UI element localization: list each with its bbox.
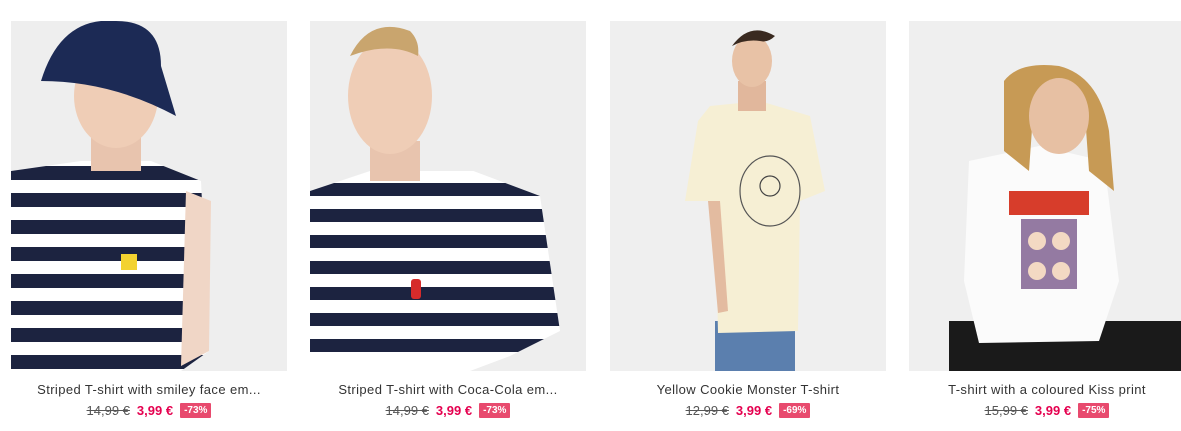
model-white-kiss-tshirt-image: [909, 21, 1181, 371]
price-row: 14,99 € 3,99 € -73%: [11, 402, 287, 418]
discount-badge: -73%: [479, 402, 511, 418]
product-title[interactable]: Striped T-shirt with smiley face em...: [11, 382, 287, 398]
product-card[interactable]: T-shirt with a coloured Kiss print 15,99…: [909, 21, 1181, 418]
sale-price: 3,99 €: [435, 402, 473, 418]
product-card[interactable]: Striped T-shirt with Coca-Cola em... 14,…: [310, 21, 586, 418]
product-image[interactable]: [610, 21, 886, 371]
product-title[interactable]: Yellow Cookie Monster T-shirt: [610, 382, 886, 398]
price-row: 15,99 € 3,99 € -75%: [909, 402, 1181, 418]
discount-badge: -69%: [779, 402, 811, 418]
original-price: 14,99 €: [86, 402, 130, 418]
model-yellow-tshirt-image: [610, 21, 886, 371]
sale-price: 3,99 €: [1034, 402, 1072, 418]
original-price: 14,99 €: [385, 402, 429, 418]
product-card[interactable]: Yellow Cookie Monster T-shirt 12,99 € 3,…: [610, 21, 886, 418]
sale-price: 3,99 €: [735, 402, 773, 418]
discount-badge: -73%: [180, 402, 212, 418]
product-title[interactable]: Striped T-shirt with Coca-Cola em...: [310, 382, 586, 398]
model-striped-tshirt-image: [310, 21, 586, 371]
product-image[interactable]: [11, 21, 287, 371]
product-grid: Striped T-shirt with smiley face em... 1…: [0, 0, 1181, 431]
product-card[interactable]: Striped T-shirt with smiley face em... 1…: [11, 21, 287, 418]
product-image[interactable]: [909, 21, 1181, 371]
sale-price: 3,99 €: [136, 402, 174, 418]
price-row: 12,99 € 3,99 € -69%: [610, 402, 886, 418]
model-striped-tshirt-image: [11, 21, 287, 371]
product-title[interactable]: T-shirt with a coloured Kiss print: [909, 382, 1181, 398]
discount-badge: -75%: [1078, 402, 1110, 418]
original-price: 12,99 €: [685, 402, 729, 418]
product-image[interactable]: [310, 21, 586, 371]
price-row: 14,99 € 3,99 € -73%: [310, 402, 586, 418]
original-price: 15,99 €: [984, 402, 1028, 418]
